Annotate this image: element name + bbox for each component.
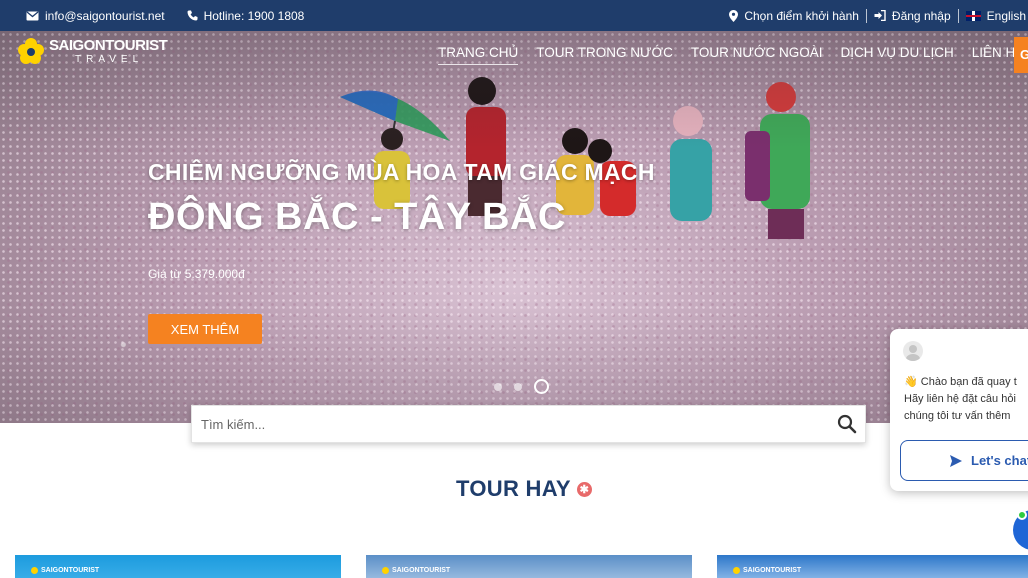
language-text: English [986,8,1026,23]
slider-dot-3[interactable] [534,379,549,394]
tour-card-2[interactable]: SAIGONTOURIST [366,555,692,578]
slider-dot-2[interactable] [514,382,522,391]
login-text: Đăng nhập [891,8,951,23]
slider-dot-1[interactable] [494,382,502,391]
see-more-button[interactable]: XEM THÊM [148,314,262,344]
chat-message: 👋 Chào bạn đã quay t Hãy liên hệ đặt câu… [904,374,1017,425]
card-logo: SAIGONTOURIST [31,567,99,574]
tour-card-3[interactable]: SAIGONTOURIST [717,555,1028,578]
contact-info: info@saigontourist.net Hotline: 1900 180… [26,9,304,23]
choose-departure-text: Chọn điểm khởi hành [744,8,859,23]
language-switch[interactable]: English [965,8,1026,23]
chat-widget: 👋 Chào bạn đã quay t Hãy liên hệ đặt câu… [890,329,1028,491]
card-logo-text: SAIGONTOURIST [743,567,802,574]
divider [957,8,959,23]
nav-international-tours[interactable]: TOUR NƯỚC NGOÀI [691,45,823,65]
search-bar [191,405,866,443]
chat-line-3: chúng tôi tư vấn thêm [904,410,1011,422]
header-cta-button[interactable]: G [1014,37,1028,73]
wave-icon: 👋 [904,376,918,388]
slide-title: ĐÔNG BẮC - TÂY BẮC [148,196,566,238]
logo-text: SAIGONTOURIST TRAVEL [49,36,168,65]
logo[interactable]: SAIGONTOURIST TRAVEL [16,36,168,66]
search-icon[interactable] [837,414,857,434]
sign-in-icon [874,10,886,21]
top-bar: info@saigontourist.net Hotline: 1900 180… [0,0,1028,31]
search-input[interactable] [201,416,801,432]
nav-domestic-tours[interactable]: TOUR TRONG NƯỚC [536,45,673,65]
card-logo: SAIGONTOURIST [733,567,801,574]
agent-avatar [903,341,923,361]
flower-logo-icon [733,567,740,574]
flower-logo-icon [18,38,44,64]
section-title: TOUR HAY ✱ [456,476,592,502]
slider-dots [494,379,549,394]
chat-line-2: Hãy liên hệ đặt câu hỏi [904,393,1016,405]
chat-launcher-button[interactable] [1013,510,1028,550]
logo-brand: SAIGONTOURIST [49,36,168,54]
nav-travel-services[interactable]: DỊCH VỤ DU LỊCH [840,45,953,65]
main-nav: TRANG CHỦ TOUR TRONG NƯỚC TOUR NƯỚC NGOÀ… [438,45,1028,65]
online-status-icon [1017,510,1027,520]
lets-chat-label: Let's chat [971,453,1028,468]
email-link[interactable]: info@saigontourist.net [26,9,165,23]
logo-sub: TRAVEL [75,53,144,65]
flower-logo-icon [382,567,389,574]
uk-flag-icon [965,10,981,21]
divider [865,8,867,23]
section-title-text: TOUR HAY [456,476,571,501]
chat-line-1: Chào bạn đã quay t [920,376,1017,388]
nav-home[interactable]: TRANG CHỦ [438,45,519,65]
choose-departure-link[interactable]: Chọn điểm khởi hành [729,9,859,23]
tour-card-1[interactable]: SAIGONTOURIST [15,555,341,578]
login-link[interactable]: Đăng nhập [874,9,951,23]
send-icon [950,454,962,467]
card-logo-text: SAIGONTOURIST [392,567,451,574]
slide-price: Giá từ 5.379.000đ [148,267,245,281]
map-pin-icon [729,9,739,22]
hotline-link[interactable]: Hotline: 1900 1808 [187,8,305,23]
slide-subtitle: CHIÊM NGƯỠNG MÙA HOA TAM GIÁC MẠCH [148,159,655,185]
email-text: info@saigontourist.net [45,8,165,23]
page: info@saigontourist.net Hotline: 1900 180… [0,0,1028,578]
phone-icon [187,10,198,21]
flower-logo-icon [31,567,38,574]
card-logo: SAIGONTOURIST [382,567,450,574]
lets-chat-button[interactable]: Let's chat [900,440,1028,481]
card-logo-text: SAIGONTOURIST [41,567,100,574]
topbar-actions: Chọn điểm khởi hành Đăng nhập English [729,8,1028,23]
hero-banner: SAIGONTOURIST TRAVEL TRANG CHỦ TOUR TRON… [0,31,1028,423]
envelope-icon [26,10,39,20]
hot-badge-icon: ✱ [576,481,592,497]
hotline-text: Hotline: 1900 1808 [203,8,305,23]
